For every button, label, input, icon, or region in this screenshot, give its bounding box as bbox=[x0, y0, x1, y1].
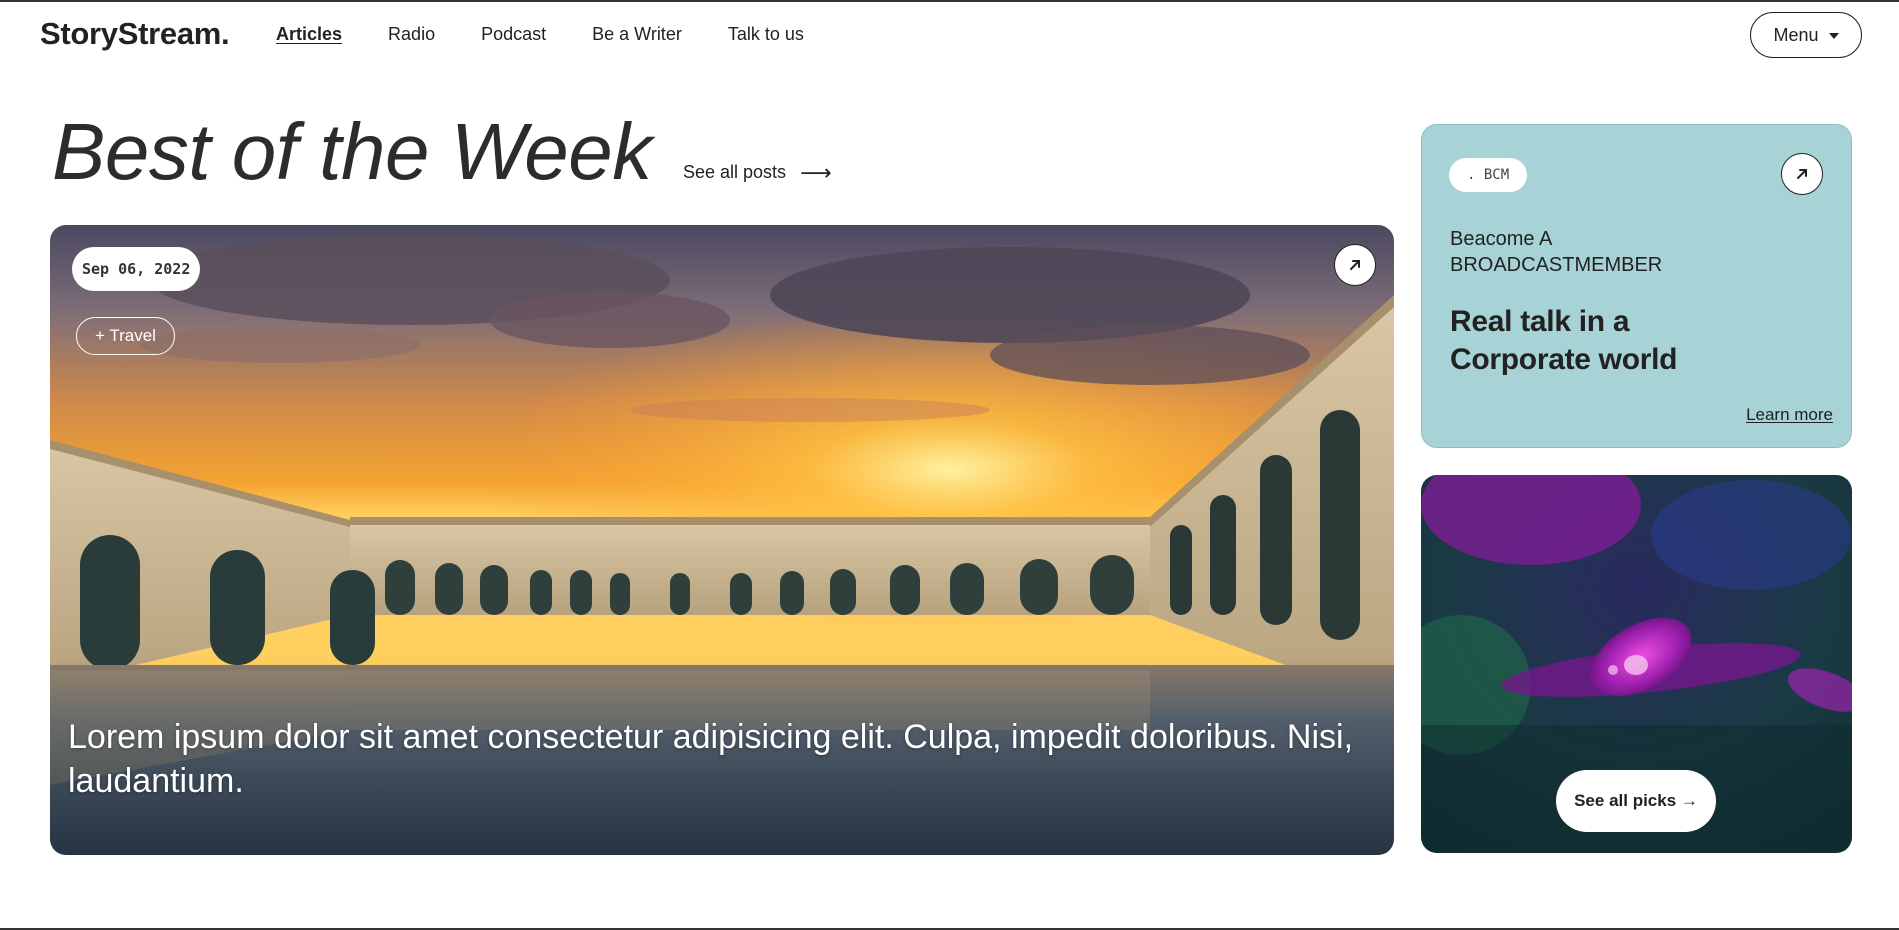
learn-more-link[interactable]: Learn more bbox=[1746, 405, 1833, 425]
see-all-posts-label: See all posts bbox=[683, 162, 787, 182]
see-all-picks-button[interactable]: See all picks → bbox=[1556, 770, 1716, 832]
nav-item-talk-to-us[interactable]: Talk to us bbox=[728, 24, 804, 45]
long-arrow-right-icon: ⟶ bbox=[800, 159, 832, 185]
promo-headline: Real talk in a Corporate world bbox=[1450, 303, 1677, 379]
article-date-badge: Sep 06, 2022 bbox=[72, 247, 201, 291]
featured-article-card[interactable]: Sep 06, 2022 + Travel Lorem ipsum dolor … bbox=[50, 225, 1394, 855]
open-promo-button[interactable] bbox=[1781, 153, 1823, 195]
travel-tag[interactable]: + Travel bbox=[76, 317, 175, 355]
nav-item-podcast[interactable]: Podcast bbox=[481, 24, 546, 45]
nav-item-articles[interactable]: Articles bbox=[276, 24, 342, 45]
promo-subtitle-line1: Beacome A bbox=[1450, 228, 1553, 250]
site-logo[interactable]: StoryStream. bbox=[40, 16, 230, 52]
promo-headline-line2: Corporate world bbox=[1450, 343, 1678, 376]
promo-subtitle: Beacome A BROADCASTMEMBER bbox=[1450, 226, 1662, 278]
menu-button-label: Menu bbox=[1773, 24, 1819, 45]
promo-subtitle-line2: BROADCASTMEMBER bbox=[1450, 254, 1663, 276]
bcm-badge: . BCM bbox=[1449, 158, 1528, 192]
nav-item-be-a-writer[interactable]: Be a Writer bbox=[592, 24, 682, 45]
section-title: Best of the Week bbox=[52, 107, 652, 196]
arrow-up-right-icon bbox=[1350, 260, 1360, 270]
caret-down-icon bbox=[1828, 32, 1839, 39]
nav-item-radio[interactable]: Radio bbox=[388, 24, 435, 45]
main-nav: Articles Radio Podcast Be a Writer Talk … bbox=[276, 24, 804, 45]
see-all-posts-link[interactable]: See all posts ⟶ bbox=[683, 159, 832, 185]
open-article-button[interactable] bbox=[1334, 244, 1376, 286]
picks-card: See all picks → bbox=[1421, 475, 1852, 853]
broadcast-member-promo-card: . BCM Beacome A BROADCASTMEMBER Real tal… bbox=[1421, 124, 1852, 448]
site-header: StoryStream. Articles Radio Podcast Be a… bbox=[0, 2, 1899, 66]
arrow-up-right-icon bbox=[1797, 169, 1807, 179]
article-headline[interactable]: Lorem ipsum dolor sit amet consectetur a… bbox=[68, 715, 1378, 803]
promo-headline-line1: Real talk in a bbox=[1450, 305, 1630, 338]
menu-dropdown-button[interactable]: Menu bbox=[1750, 12, 1862, 58]
